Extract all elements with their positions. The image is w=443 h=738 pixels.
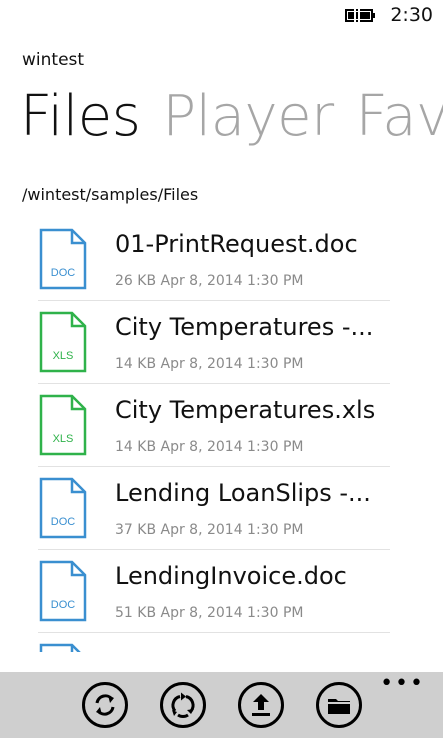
list-item[interactable]: DOC LendingInvoice.doc 51 KB Apr 8, 2014… — [38, 550, 390, 633]
xls-file-icon: XLS — [39, 394, 87, 456]
upload-button[interactable] — [238, 682, 284, 728]
file-type-label: DOC — [51, 599, 76, 611]
refresh-button[interactable] — [82, 682, 128, 728]
clock: 2:30 — [390, 4, 433, 26]
file-name: Lending LoanSlips -... — [115, 479, 371, 507]
xls-file-icon: XLS — [39, 311, 87, 373]
file-name: City Temperatures.xls — [115, 396, 376, 424]
file-type-label: XLS — [53, 350, 74, 362]
pivot-item-player[interactable]: Player — [162, 84, 334, 149]
file-meta: 14 KB Apr 8, 2014 1:30 PM — [115, 356, 304, 372]
folder-button[interactable] — [316, 682, 362, 728]
list-item[interactable]: DOC 01-PrintRequest.doc 26 KB Apr 8, 201… — [38, 218, 390, 301]
sync-icon — [171, 692, 195, 718]
refresh-icon — [95, 694, 115, 716]
file-name: LendingInvoice.doc — [115, 562, 347, 590]
doc-file-icon: DOC — [39, 560, 87, 622]
file-meta: 26 KB Apr 8, 2014 1:30 PM — [115, 273, 304, 289]
more-options-button[interactable]: ••• — [380, 673, 425, 695]
battery-charging-icon — [345, 9, 375, 22]
file-name: City Temperatures -... — [115, 313, 374, 341]
file-list[interactable]: DOC 01-PrintRequest.doc 26 KB Apr 8, 201… — [0, 218, 443, 652]
pivot-item-files[interactable]: Files — [20, 84, 141, 149]
app-title: wintest — [22, 50, 85, 70]
file-meta: 14 KB Apr 8, 2014 1:30 PM — [115, 439, 304, 455]
status-bar: 2:30 — [0, 0, 443, 30]
upload-icon — [252, 694, 270, 716]
file-name: 01-PrintRequest.doc — [115, 230, 358, 258]
file-type-label: DOC — [51, 267, 76, 279]
list-item[interactable]: XLS City Temperatures.xls 14 KB Apr 8, 2… — [38, 384, 390, 467]
file-type-label: DOC — [51, 516, 76, 528]
sync-button[interactable] — [160, 682, 206, 728]
file-meta: 51 KB Apr 8, 2014 1:30 PM — [115, 605, 304, 621]
app-bar: ••• — [0, 672, 443, 738]
folder-icon — [328, 699, 350, 714]
doc-file-icon — [39, 643, 81, 652]
file-type-label: XLS — [53, 433, 74, 445]
list-item[interactable]: XLS City Temperatures -... 14 KB Apr 8, … — [38, 301, 390, 384]
list-item[interactable]: DOC Lending LoanSlips -... 37 KB Apr 8, … — [38, 467, 390, 550]
file-meta: 37 KB Apr 8, 2014 1:30 PM — [115, 522, 304, 538]
pivot-header: Files Player Fav — [20, 82, 443, 152]
breadcrumb: /wintest/samples/Files — [22, 185, 199, 204]
doc-file-icon: DOC — [39, 477, 87, 539]
list-item-partial[interactable] — [38, 633, 390, 652]
doc-file-icon: DOC — [39, 228, 87, 290]
pivot-item-fav[interactable]: Fav — [356, 84, 443, 149]
